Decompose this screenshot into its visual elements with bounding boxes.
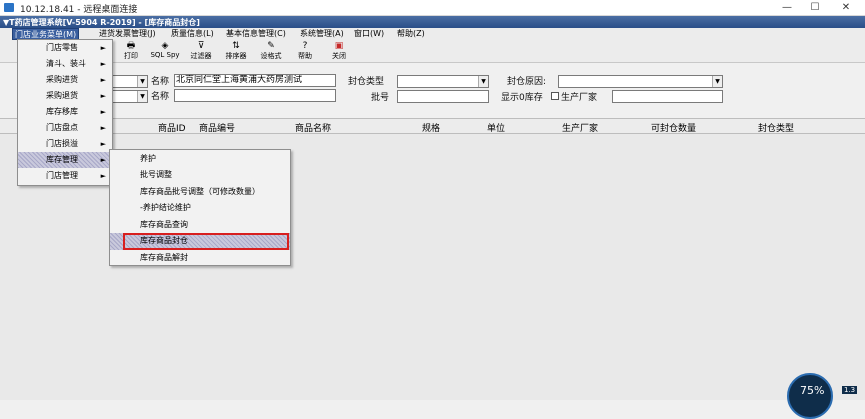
show-zero-label: 显示0库存 (501, 93, 543, 103)
filter-button[interactable]: ⊽ 过滤器 (184, 41, 218, 63)
menu-item-stock-transfer[interactable]: 库存移库 ► (18, 104, 112, 120)
print-button[interactable]: 🖶 打印 (114, 41, 148, 63)
batch-input[interactable] (397, 90, 489, 103)
menu-item-inventory-mgmt[interactable]: 库存管理 ► (18, 152, 112, 168)
col-product-id[interactable]: 商品ID (158, 121, 186, 134)
menu-item-inventory-count[interactable]: 门店盘点 ► (18, 120, 112, 136)
seal-type-select[interactable]: ▼ (397, 75, 489, 88)
remote-desktop-title: 10.12.18.41 - 远程桌面连接 (20, 5, 138, 15)
sql-spy-icon: ◈ (161, 41, 169, 51)
close-doc-button[interactable]: ▣ 关闭 (322, 41, 356, 63)
col-product-name[interactable]: 商品名称 (295, 121, 331, 134)
chevron-right-icon: ► (100, 140, 106, 148)
chevron-right-icon: ► (100, 76, 106, 84)
submenu-stock-unseal[interactable]: 库存商品解封 (110, 250, 290, 267)
remote-desktop-titlebar: 10.12.18.41 - 远程桌面连接 — ☐ ✕ (0, 0, 865, 16)
col-manufacturer[interactable]: 生产厂家 (562, 121, 598, 134)
store-select[interactable]: ▼ (112, 75, 148, 88)
filter-icon: ⊽ (197, 41, 205, 51)
manufacturer-input[interactable] (612, 90, 723, 103)
menu-system[interactable]: 系统管理(A) (298, 28, 346, 40)
col-seal-type[interactable]: 封仓类型 (758, 121, 794, 134)
name-input[interactable]: 北京同仁堂上海黄浦大药房测试 (174, 74, 336, 87)
menu-item-dipper[interactable]: 清斗、装斗 ► (18, 56, 112, 72)
printer-icon: 🖶 (126, 41, 136, 51)
seal-reason-select[interactable]: ▼ (558, 75, 723, 88)
close-doc-icon: ▣ (334, 41, 344, 51)
menu-item-store-mgmt[interactable]: 门店管理 ► (18, 168, 112, 184)
name2-label: 名称 (151, 92, 170, 102)
submenu-stock-query[interactable]: 库存商品查询 (110, 217, 290, 234)
submenu-batch-adjust-qty[interactable]: 库存商品批号调整（可修改数量） (110, 184, 290, 201)
help-button[interactable]: ? 帮助 (288, 41, 322, 63)
show-zero-checkbox[interactable] (551, 92, 559, 100)
store-business-menu: 门店零售 ► 清斗、装斗 ► 采购进货 ► 采购退货 ► 库存移库 ► 门店盘点 ► 门店损… (17, 39, 113, 186)
batch-label: 批号 (371, 93, 390, 103)
submenu-maintenance-conclusion[interactable]: -养护结论维护 (110, 200, 290, 217)
chevron-down-icon: ▼ (137, 91, 147, 102)
menu-quality[interactable]: 质量信息(L) (169, 28, 216, 40)
format-button[interactable]: ✎ 设格式 (254, 41, 288, 63)
chevron-right-icon: ► (100, 124, 106, 132)
submenu-maintenance[interactable]: 养护 (110, 151, 290, 168)
chevron-down-icon: ▼ (137, 76, 147, 87)
chevron-down-icon: ▼ (712, 76, 722, 87)
grid-header: 商品ID 商品编号 商品名称 规格 单位 生产厂家 可封仓数量 封仓类型 (0, 118, 865, 134)
chevron-down-icon: ▼ (478, 76, 488, 87)
sort-button[interactable]: ⇅ 排序器 (219, 41, 253, 63)
app-title: ▼T药店管理系统[V-5904 R-2019] - [库存商品封仓] (3, 18, 200, 27)
col-unit[interactable]: 单位 (487, 121, 505, 134)
side-indicator: 1.3 (842, 386, 858, 394)
name-label: 名称 (151, 77, 170, 87)
menu-item-purchase-return[interactable]: 采购退货 ► (18, 88, 112, 104)
chevron-right-icon: ► (100, 60, 106, 68)
menu-window[interactable]: 窗口(W) (352, 28, 386, 40)
usage-gauge-value: 75% (800, 384, 825, 397)
menu-basic-info[interactable]: 基本信息管理(C) (224, 28, 288, 40)
sql-spy-button[interactable]: ◈ SQL Spy (148, 41, 182, 63)
col-product-code[interactable]: 商品编号 (199, 121, 235, 134)
chevron-right-icon: ► (100, 44, 106, 52)
sort-icon: ⇅ (232, 41, 240, 51)
submenu-batch-adjust[interactable]: 批号调整 (110, 167, 290, 184)
chevron-right-icon: ► (100, 92, 106, 100)
chevron-right-icon: ► (100, 156, 106, 164)
app-titlebar: ▼T药店管理系统[V-5904 R-2019] - [库存商品封仓] (0, 16, 865, 28)
chevron-right-icon: ► (100, 108, 106, 116)
menu-bar: 门店业务菜单(M) 进货发票管理(J) 质量信息(L) 基本信息管理(C) 系统… (0, 28, 865, 40)
help-icon: ? (302, 41, 308, 51)
query-form: ▼ 名称 北京同仁堂上海黄浦大药房测试 封仓类型 ▼ 封仓原因: ▼ ▼ 名称 … (0, 63, 865, 118)
col-spec[interactable]: 规格 (422, 121, 440, 134)
minimize-button[interactable]: — (773, 0, 801, 16)
close-button[interactable]: ✕ (832, 0, 860, 16)
menu-item-retail[interactable]: 门店零售 ► (18, 40, 112, 56)
remote-desktop-icon (4, 3, 14, 12)
menu-item-loss-gain[interactable]: 门店损溢 ► (18, 136, 112, 152)
toolbar: 🖶 打印 ◈ SQL Spy ⊽ 过滤器 ⇅ 排序器 ✎ 设格式 ? 帮助 ▣ 关闭 (0, 40, 865, 63)
selection-highlight-box (123, 233, 289, 250)
seal-reason-label: 封仓原因: (507, 77, 547, 87)
maximize-button[interactable]: ☐ (801, 0, 829, 16)
format-icon: ✎ (267, 41, 275, 51)
menu-help[interactable]: 帮助(Z) (395, 28, 427, 40)
chevron-right-icon: ► (100, 172, 106, 180)
col-sealable-qty[interactable]: 可封仓数量 (651, 121, 696, 134)
store2-select[interactable]: ▼ (112, 90, 148, 103)
manufacturer-label: 生产厂家 (561, 93, 598, 103)
menu-item-purchase[interactable]: 采购进货 ► (18, 72, 112, 88)
name2-input[interactable] (174, 89, 336, 102)
seal-type-label: 封仓类型 (348, 77, 385, 87)
